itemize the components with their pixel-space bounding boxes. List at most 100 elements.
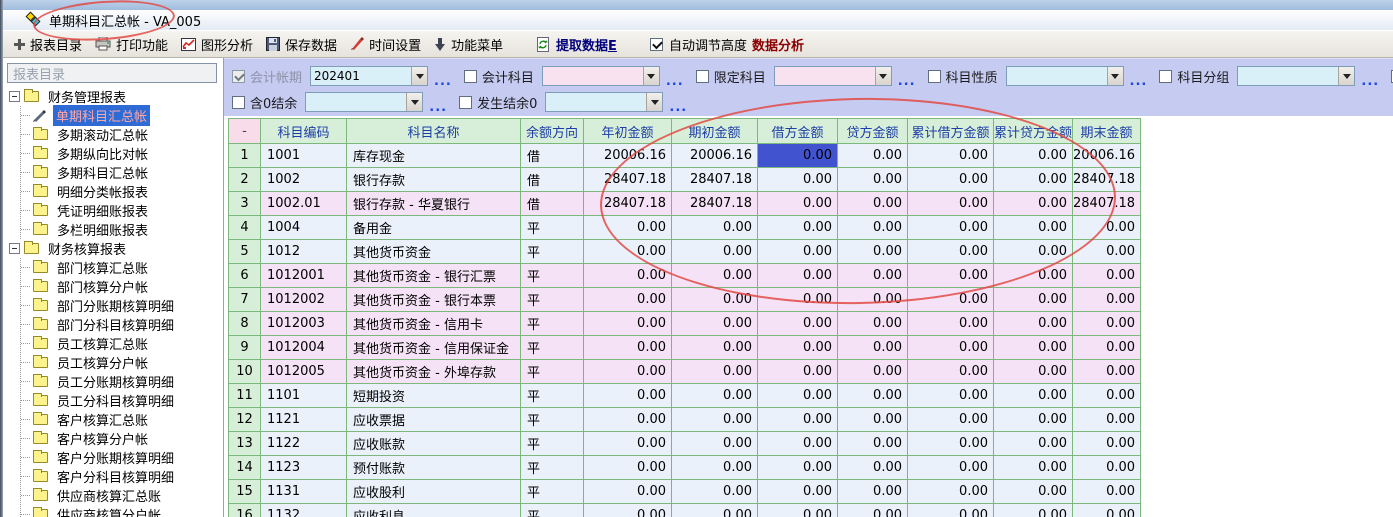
sidebar-item[interactable]: 多栏明细账报表 — [21, 220, 223, 239]
amount-cell[interactable]: 0.00 — [994, 432, 1073, 456]
combobox-dropdown-icon[interactable] — [411, 67, 427, 85]
amount-cell[interactable]: 0.00 — [994, 480, 1073, 504]
amount-cell[interactable]: 0.00 — [584, 312, 672, 336]
amount-cell[interactable]: 0.00 — [908, 312, 994, 336]
account-name-cell[interactable]: 其他货币资金 - 信用卡 — [347, 312, 521, 336]
amount-cell[interactable]: 0.00 — [838, 480, 908, 504]
combobox-dropdown-icon[interactable] — [1338, 67, 1354, 85]
amount-cell[interactable]: 0.00 — [838, 408, 908, 432]
amount-cell[interactable]: 0.00 — [994, 240, 1073, 264]
balance-direction-cell[interactable]: 平 — [521, 216, 584, 240]
amount-cell[interactable]: 0.00 — [758, 504, 838, 517]
balance-direction-cell[interactable]: 借 — [521, 144, 584, 168]
amount-cell[interactable]: 0.00 — [908, 240, 994, 264]
filter-label[interactable]: 会计科目 — [482, 67, 534, 86]
sidebar-item[interactable]: 多期纵向比对帐 — [21, 144, 223, 163]
sidebar-item[interactable]: 部门分账期核算明细 — [21, 296, 223, 315]
account-name-cell[interactable]: 短期投资 — [347, 384, 521, 408]
amount-cell[interactable]: 20006.16 — [1073, 144, 1141, 168]
amount-cell[interactable]: 0.00 — [994, 192, 1073, 216]
column-header-3[interactable]: 余额方向 — [521, 119, 584, 144]
amount-cell[interactable]: 0.00 — [908, 336, 994, 360]
row-number-cell[interactable]: 11 — [229, 384, 261, 408]
tree-expand-icon[interactable] — [9, 243, 20, 254]
amount-cell[interactable]: 0.00 — [758, 432, 838, 456]
combobox-dropdown-icon[interactable] — [643, 67, 659, 85]
amount-cell[interactable]: 0.00 — [838, 144, 908, 168]
amount-cell[interactable]: 0.00 — [1073, 288, 1141, 312]
amount-cell[interactable]: 28407.18 — [584, 192, 672, 216]
sidebar-item[interactable]: 部门核算分户帐 — [21, 277, 223, 296]
amount-cell[interactable]: 0.00 — [1073, 240, 1141, 264]
amount-cell[interactable]: 0.00 — [1073, 360, 1141, 384]
sidebar-item[interactable]: 员工分账期核算明细 — [21, 372, 223, 391]
column-header-1[interactable]: 科目编码 — [261, 119, 347, 144]
account-code-cell[interactable]: 1012005 — [261, 360, 347, 384]
amount-cell[interactable]: 0.00 — [758, 480, 838, 504]
amount-cell[interactable]: 0.00 — [838, 456, 908, 480]
amount-cell[interactable]: 20006.16 — [584, 144, 672, 168]
row-number-cell[interactable]: 6 — [229, 264, 261, 288]
amount-cell[interactable]: 0.00 — [908, 432, 994, 456]
account-name-cell[interactable]: 其他货币资金 - 外埠存款 — [347, 360, 521, 384]
balance-direction-cell[interactable]: 平 — [521, 312, 584, 336]
amount-cell[interactable]: 0.00 — [672, 384, 758, 408]
auto-height-checkbox-group[interactable]: 自动调节高度 — [650, 31, 747, 57]
more-options-button[interactable]: ... — [429, 104, 447, 112]
account-name-cell[interactable]: 预付账款 — [347, 456, 521, 480]
more-options-button[interactable]: ... — [898, 78, 916, 86]
amount-cell[interactable]: 0.00 — [1073, 264, 1141, 288]
sidebar-item[interactable]: 客户核算分户帐 — [21, 429, 223, 448]
combobox-dropdown-icon[interactable] — [646, 93, 662, 111]
amount-cell[interactable]: 0.00 — [672, 456, 758, 480]
amount-cell[interactable]: 0.00 — [584, 384, 672, 408]
amount-cell[interactable]: 0.00 — [908, 264, 994, 288]
amount-cell[interactable]: 0.00 — [838, 192, 908, 216]
amount-cell[interactable]: 0.00 — [994, 384, 1073, 408]
sidebar-item[interactable]: 多期滚动汇总帐 — [21, 125, 223, 144]
row-number-cell[interactable]: 8 — [229, 312, 261, 336]
filter-combobox[interactable] — [774, 66, 892, 86]
sidebar-item[interactable]: 员工核算汇总账 — [21, 334, 223, 353]
filter-combobox[interactable] — [305, 92, 423, 112]
row-number-cell[interactable]: 9 — [229, 336, 261, 360]
account-name-cell[interactable]: 银行存款 — [347, 168, 521, 192]
account-name-cell[interactable]: 应收利息 — [347, 504, 521, 517]
amount-cell[interactable]: 0.00 — [908, 168, 994, 192]
amount-cell[interactable]: 28407.18 — [1073, 168, 1141, 192]
combobox-dropdown-icon[interactable] — [1107, 67, 1123, 85]
filter-combobox[interactable] — [1237, 66, 1355, 86]
account-code-cell[interactable]: 1002 — [261, 168, 347, 192]
amount-cell[interactable]: 0.00 — [838, 288, 908, 312]
column-header-4[interactable]: 年初金额 — [584, 119, 672, 144]
column-header-9[interactable]: 累计贷方金额 — [994, 119, 1073, 144]
account-code-cell[interactable]: 1012004 — [261, 336, 347, 360]
more-options-button[interactable]: ... — [1130, 78, 1148, 86]
row-number-cell[interactable]: 1 — [229, 144, 261, 168]
amount-cell[interactable]: 0.00 — [1073, 312, 1141, 336]
account-code-cell[interactable]: 1001 — [261, 144, 347, 168]
amount-cell[interactable]: 0.00 — [908, 504, 994, 517]
amount-cell[interactable]: 0.00 — [994, 168, 1073, 192]
amount-cell[interactable]: 28407.18 — [672, 192, 758, 216]
sidebar-folder-item[interactable]: 财务管理报表 — [7, 87, 223, 106]
row-number-cell[interactable]: 16 — [229, 504, 261, 517]
sidebar-item[interactable]: 员工核算分户帐 — [21, 353, 223, 372]
more-options-button[interactable]: ... — [666, 78, 684, 86]
filter-combobox[interactable] — [542, 66, 660, 86]
sidebar-item[interactable]: 明细分类帐报表 — [21, 182, 223, 201]
column-header-10[interactable]: 期末金额 — [1073, 119, 1141, 144]
amount-cell[interactable]: 0.00 — [908, 288, 994, 312]
amount-cell[interactable]: 0.00 — [1073, 504, 1141, 517]
amount-cell[interactable]: 0.00 — [908, 408, 994, 432]
more-options-button[interactable]: ... — [1361, 78, 1379, 86]
filter-label[interactable]: 发生结余0 — [477, 93, 537, 112]
amount-cell[interactable]: 0.00 — [584, 432, 672, 456]
account-name-cell[interactable]: 其他货币资金 — [347, 240, 521, 264]
amount-cell[interactable]: 0.00 — [1073, 336, 1141, 360]
sidebar-item[interactable]: 客户分账期核算明细 — [21, 448, 223, 467]
amount-cell[interactable]: 0.00 — [584, 480, 672, 504]
amount-cell[interactable]: 0.00 — [1073, 480, 1141, 504]
account-name-cell[interactable]: 库存现金 — [347, 144, 521, 168]
amount-cell[interactable]: 0.00 — [1073, 432, 1141, 456]
